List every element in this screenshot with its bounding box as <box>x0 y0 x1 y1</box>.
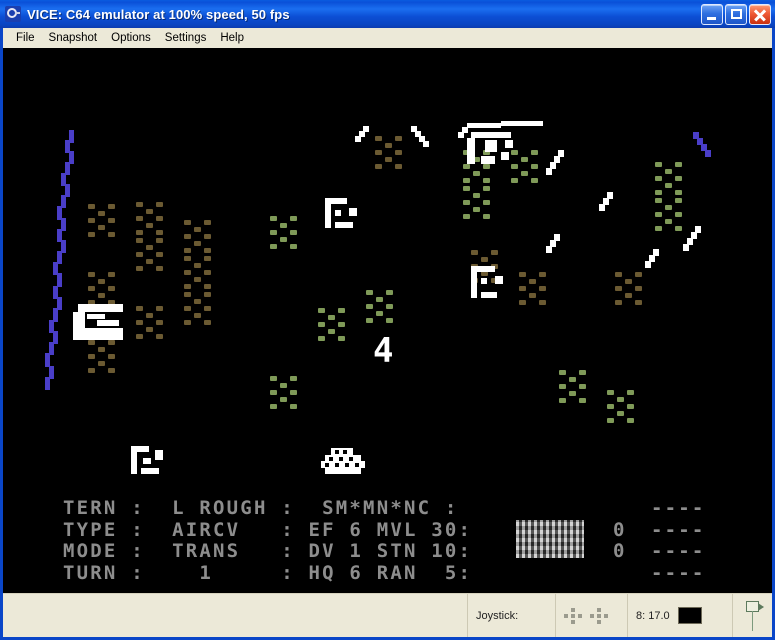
drive-led-icon <box>677 607 702 624</box>
window-titlebar[interactable]: VICE: C64 emulator at 100% speed, 50 fps <box>0 0 775 28</box>
terrain-swatch <box>516 520 584 558</box>
joystick-label: Joystick: <box>476 609 519 622</box>
unit-marker-southwest[interactable] <box>131 446 165 476</box>
joystick-port1-icon <box>564 607 583 624</box>
game-status-panel: TERN : L ROUGH : SM*MN*NC : TYPE : AIRCV… <box>63 497 473 584</box>
menubar: File Snapshot Options Settings Help <box>3 28 772 48</box>
minimize-button[interactable] <box>701 3 723 25</box>
status-dashes-column: ---- ---- ---- ---- <box>651 497 706 584</box>
joystick-indicators <box>555 594 627 637</box>
maximize-button[interactable] <box>725 3 747 25</box>
close-button[interactable] <box>749 3 771 25</box>
vice-logo-icon <box>5 6 21 22</box>
emulator-screen[interactable]: 4 TERN : L ROUGH : SM*MN*NC : TYPE : AIR… <box>3 48 772 593</box>
unit-marker-center-right[interactable] <box>471 266 505 298</box>
statusbar-message-pane <box>3 594 467 637</box>
menu-snapshot[interactable]: Snapshot <box>42 30 105 46</box>
vice-emulator-window: VICE: C64 emulator at 100% speed, 50 fps… <box>0 0 775 640</box>
unit-marker-center-left[interactable] <box>325 198 359 228</box>
menu-options[interactable]: Options <box>104 30 158 46</box>
joystick-port2-icon <box>590 607 609 624</box>
unit-marker-city[interactable] <box>465 126 517 166</box>
map-glyph-4: 4 <box>373 331 394 371</box>
menu-settings[interactable]: Settings <box>158 30 214 46</box>
menu-help[interactable]: Help <box>213 30 251 46</box>
emulator-statusbar: Joystick: 8: 17.0 <box>3 593 772 637</box>
status-numbers-column: 0 0 <box>613 518 627 562</box>
statusbar-joystick-pane[interactable]: Joystick: <box>467 594 555 637</box>
statusbar-tape-pane[interactable] <box>732 594 772 637</box>
drive-status-label: 8: 17.0 <box>636 609 670 622</box>
titlebar-buttons <box>701 3 775 25</box>
menu-file[interactable]: File <box>9 30 42 46</box>
window-title: VICE: C64 emulator at 100% speed, 50 fps <box>27 6 290 22</box>
unit-marker-ship[interactable] <box>321 448 365 476</box>
tape-flag-icon <box>744 600 764 631</box>
c64-display: 4 TERN : L ROUGH : SM*MN*NC : TYPE : AIR… <box>3 48 772 593</box>
window-frame-left <box>0 28 3 640</box>
titlebar-left: VICE: C64 emulator at 100% speed, 50 fps <box>0 6 701 22</box>
statusbar-drive-pane[interactable]: 8: 17.0 <box>627 594 732 637</box>
unit-marker-west[interactable] <box>73 304 123 340</box>
